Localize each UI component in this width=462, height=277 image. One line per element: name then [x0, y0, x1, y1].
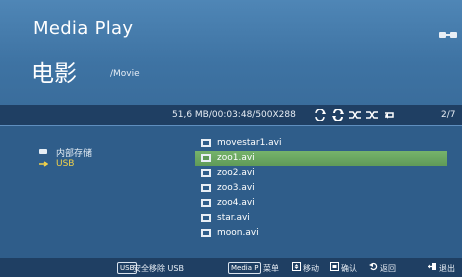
- repeat-all-icon[interactable]: [331, 109, 345, 121]
- film-icon: [201, 139, 211, 147]
- app-title: Media Play: [33, 18, 134, 39]
- move-icon: [292, 262, 301, 271]
- film-icon: [201, 199, 211, 207]
- film-icon: [201, 229, 211, 237]
- file-name: moon.avi: [217, 228, 259, 238]
- storage-label: 内部存储: [56, 149, 93, 159]
- file-name: zoo3.avi: [217, 183, 255, 193]
- confirm-label[interactable]: 确认: [341, 263, 357, 274]
- film-icon: [201, 169, 211, 177]
- back-icon: [369, 262, 378, 271]
- safe-remove-label[interactable]: 安全移除 USB: [133, 263, 184, 274]
- file-item[interactable]: star.avi: [195, 211, 447, 226]
- drive-icon: [39, 149, 47, 154]
- menu-chip: Media P: [228, 262, 262, 274]
- file-name: zoo2.avi: [217, 168, 255, 178]
- page-indicator: 2/7: [441, 110, 456, 120]
- file-name: zoo1.avi: [217, 153, 255, 163]
- confirm-icon: [330, 262, 339, 271]
- exit-icon: [428, 263, 436, 270]
- usb-icon: [39, 161, 48, 167]
- film-icon: [201, 214, 211, 222]
- back-label[interactable]: 返回: [380, 263, 396, 274]
- shuffle-off-icon[interactable]: [365, 109, 379, 121]
- header-panel: Media Play 电影 /Movie: [0, 0, 462, 105]
- storage-label: USB: [56, 159, 75, 169]
- file-item[interactable]: zoo4.avi: [195, 196, 447, 211]
- move-label[interactable]: 移动: [303, 263, 319, 274]
- file-item[interactable]: zoo2.avi: [195, 166, 447, 181]
- file-name: movestar1.avi: [217, 138, 282, 148]
- exit-label[interactable]: 退出: [439, 263, 455, 274]
- shuffle-icon[interactable]: [348, 109, 362, 121]
- info-bar: 51,6 MB/00:03:48/500X288 2/7: [0, 105, 462, 126]
- file-list: movestar1.avi zoo1.avi zoo2.avi zoo3.avi…: [195, 136, 447, 241]
- file-item-selected[interactable]: zoo1.avi: [195, 151, 447, 166]
- menu-label[interactable]: 菜单: [263, 263, 279, 274]
- repeat-one-icon[interactable]: [313, 109, 327, 121]
- film-icon: [201, 154, 211, 162]
- folder-path: /Movie: [110, 69, 140, 79]
- file-item[interactable]: moon.avi: [195, 226, 447, 241]
- file-item[interactable]: zoo3.avi: [195, 181, 447, 196]
- file-info: 51,6 MB/00:03:48/500X288: [172, 110, 296, 120]
- section-title: 电影: [31, 61, 77, 87]
- footer-bar: USB 安全移除 USB Media P 菜单 移动 确认 返回 退出: [0, 258, 462, 277]
- film-icon: [201, 184, 211, 192]
- file-name: zoo4.avi: [217, 198, 255, 208]
- file-name: star.avi: [217, 213, 250, 223]
- repeat-off-icon[interactable]: [382, 109, 396, 121]
- network-icon: [439, 32, 457, 38]
- file-item[interactable]: movestar1.avi: [195, 136, 447, 151]
